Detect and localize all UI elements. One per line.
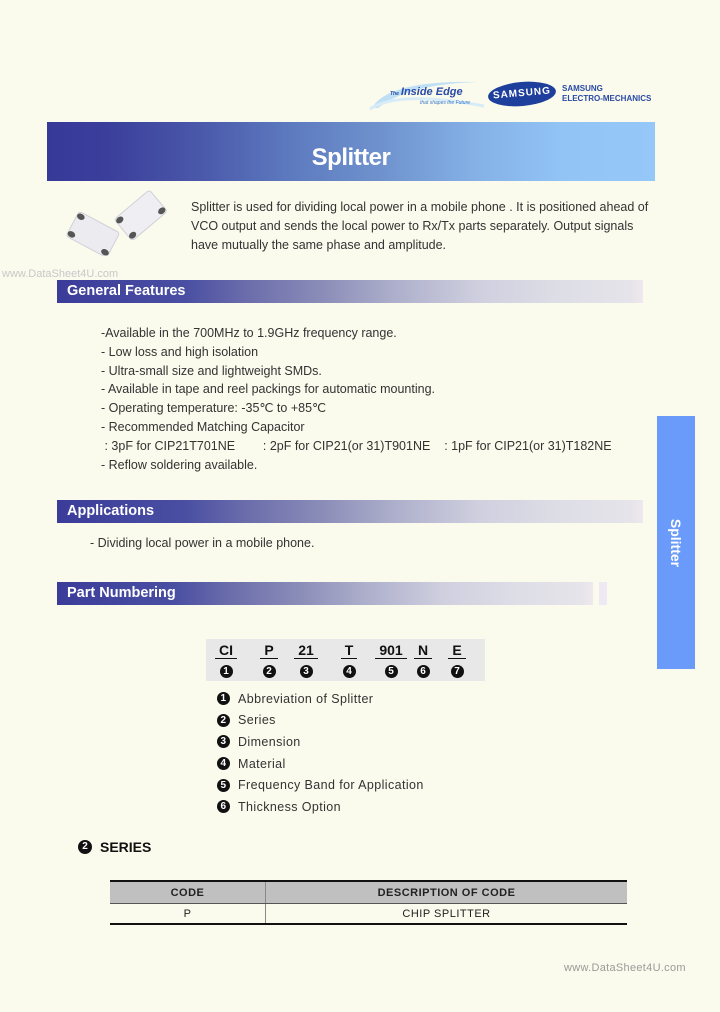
table-row: P CHIP SPLITTER (110, 903, 627, 925)
number-badge-icon: 7 (450, 665, 464, 678)
pn-segment: 901 5 (374, 642, 408, 679)
number-badge-icon: 2 (78, 840, 92, 854)
number-badge-icon: 3 (299, 665, 313, 678)
number-badge-icon: 5 (217, 778, 230, 792)
feature-item: - Reflow soldering available. (101, 457, 258, 472)
feature-item: - Ultra-small size and lightweight SMDs. (101, 363, 322, 378)
feature-item: - Operating temperature: -35℃ to +85℃ (101, 401, 327, 416)
column-header-description: DESCRIPTION OF CODE (265, 880, 627, 904)
legend-item: 1 Abbreviation of Splitter (217, 688, 424, 710)
side-tab-splitter[interactable]: Splitter (657, 416, 695, 669)
feature-item: - Low loss and high isolation (101, 344, 259, 359)
legend-item: 5 Frequency Band for Application (217, 774, 424, 796)
company-name-line2: ELECTRO-MECHANICS (562, 94, 652, 103)
features-list: -Available in the 700MHz to 1.9GHz frequ… (101, 324, 612, 474)
title-banner: Splitter (47, 122, 655, 181)
section-title: General Features (67, 283, 186, 299)
inside-edge-tagline: that shapes the Future (420, 100, 471, 106)
number-badge-icon: 4 (217, 757, 230, 771)
cell-description: CHIP SPLITTER (265, 903, 627, 925)
feature-item: : 3pF for CIP21T701NE : 2pF for CIP21(or… (101, 438, 612, 453)
legend-item: 6 Thickness Option (217, 796, 424, 818)
company-name: SAMSUNG ELECTRO-MECHANICS (562, 84, 651, 104)
feature-item: - Available in tape and reel packings fo… (101, 382, 435, 397)
legend-item: 4 Material (217, 753, 424, 775)
series-heading: 2 SERIES (78, 839, 151, 855)
number-badge-icon: 1 (219, 665, 233, 678)
pn-segment: P 2 (256, 642, 282, 679)
feature-item: -Available in the 700MHz to 1.9GHz frequ… (101, 326, 397, 340)
chip-right (114, 190, 167, 241)
pn-segment: 21 3 (292, 642, 320, 679)
application-item: - Dividing local power in a mobile phone… (90, 536, 315, 550)
feature-item: - Recommended Matching Capacitor (101, 419, 305, 434)
column-header-code: CODE (110, 880, 266, 904)
footer-watermark-link[interactable]: www.DataSheet4U.com (564, 962, 686, 974)
number-badge-icon: 5 (384, 665, 398, 678)
number-badge-icon: 1 (217, 692, 230, 706)
number-badge-icon: 2 (217, 713, 230, 727)
section-title: Applications (67, 503, 155, 519)
part-number-diagram: CI 1 P 2 21 3 T 4 901 5 N 6 E 7 (206, 639, 485, 681)
part-number-legend: 1 Abbreviation of Splitter 2 Series 3 Dimen… (217, 688, 424, 818)
section-header-general-features: General Features (57, 280, 643, 303)
inside-edge-logo: The Inside Edge that shapes the Future (368, 76, 485, 111)
section-title: Part Numbering (67, 585, 176, 601)
inside-edge-text: The Inside Edge (390, 86, 463, 98)
intro-paragraph: Splitter is used for dividing local powe… (191, 200, 649, 252)
side-tab-label: Splitter (668, 518, 684, 567)
number-badge-icon: 4 (342, 665, 356, 678)
pn-segment: T 4 (334, 642, 364, 679)
chip-left (66, 211, 120, 258)
number-badge-icon: 3 (217, 735, 230, 749)
pn-segment: CI 1 (212, 642, 240, 679)
section-header-tail (599, 582, 607, 605)
cell-code: P (110, 903, 266, 925)
series-table: CODE DESCRIPTION OF CODE P CHIP SPLITTER (110, 880, 627, 925)
company-name-line1: SAMSUNG (562, 84, 603, 93)
number-badge-icon: 6 (217, 800, 230, 814)
number-badge-icon: 2 (262, 665, 276, 678)
product-image (58, 190, 168, 258)
samsung-logo: SAMSUNG (487, 79, 557, 109)
section-header-part-numbering: Part Numbering (57, 582, 593, 605)
pn-segment: E 7 (442, 642, 472, 679)
section-header-applications: Applications (57, 500, 643, 523)
number-badge-icon: 6 (416, 665, 430, 678)
watermark-link[interactable]: www.DataSheet4U.com (2, 268, 118, 280)
legend-item: 3 Dimension (217, 731, 424, 753)
legend-item: 2 Series (217, 710, 424, 732)
table-header-row: CODE DESCRIPTION OF CODE (110, 880, 627, 904)
pn-segment: N 6 (412, 642, 434, 679)
page-title: Splitter (311, 144, 391, 171)
